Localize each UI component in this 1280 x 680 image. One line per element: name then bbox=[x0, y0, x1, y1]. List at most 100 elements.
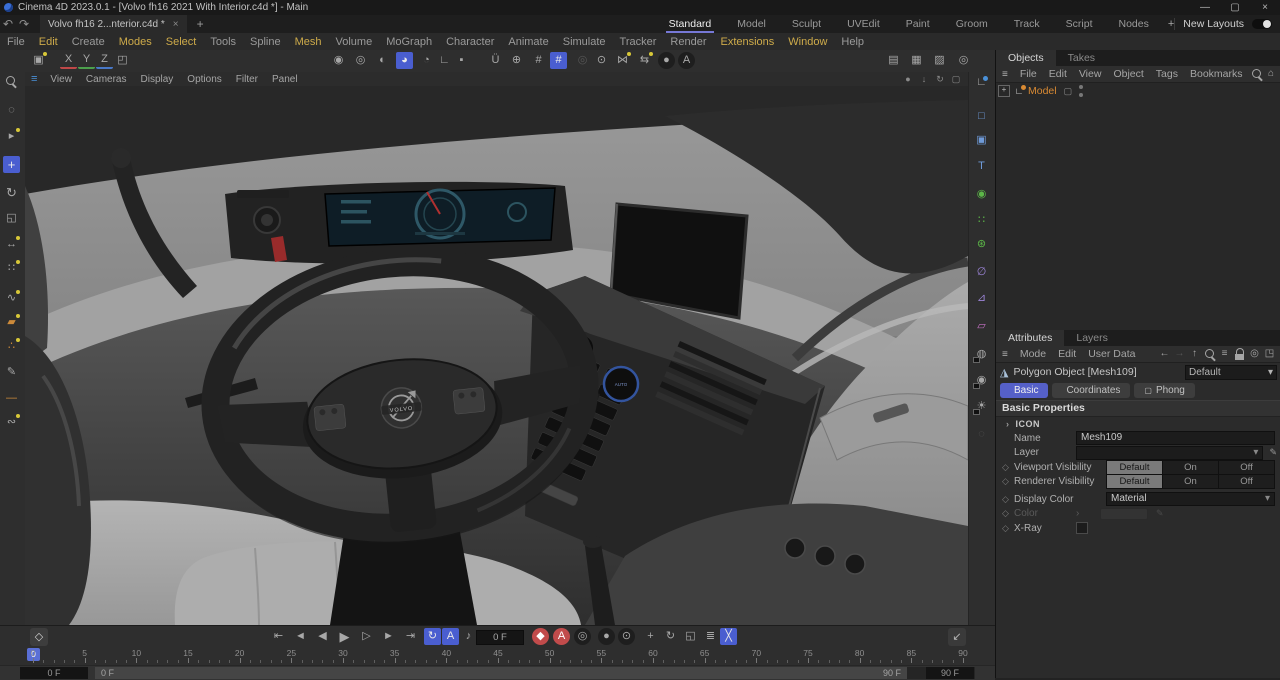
model-mode-icon[interactable]: ◎ bbox=[352, 52, 369, 69]
solo-animation-button[interactable]: ● bbox=[598, 628, 615, 645]
prev-key-button[interactable]: ◄ bbox=[292, 628, 309, 645]
close-button[interactable]: × bbox=[1250, 0, 1280, 15]
icon-section-row[interactable]: ›ICON bbox=[996, 417, 1280, 431]
preview-range-groove[interactable]: 0 F 90 F bbox=[95, 667, 975, 679]
object-label[interactable]: Model bbox=[1028, 85, 1057, 97]
menu-item[interactable]: Edit bbox=[32, 36, 65, 48]
attributes-menu-mode[interactable]: Mode bbox=[1014, 348, 1052, 360]
objects-menu-tags[interactable]: Tags bbox=[1150, 68, 1184, 80]
cube-primitives-icon[interactable]: ▣ bbox=[973, 132, 990, 149]
edit-pen-icon[interactable]: ✎ bbox=[1269, 447, 1277, 458]
section-header[interactable]: Basic Properties bbox=[996, 400, 1280, 417]
current-frame-field[interactable]: 0 F bbox=[476, 630, 524, 645]
timeline-ruler[interactable]: 0 051015202530354045505560657075808590 bbox=[33, 648, 963, 663]
objects-menu-bookmarks[interactable]: Bookmarks bbox=[1184, 68, 1249, 80]
transfer-tool-icon[interactable]: ↔ bbox=[3, 236, 20, 253]
layout-tab[interactable]: Sculpt bbox=[779, 16, 834, 32]
camera-icon[interactable]: ▣ bbox=[30, 52, 47, 69]
viewport[interactable]: ≡ View Cameras Display Options Filter Pa… bbox=[25, 72, 968, 625]
undo-icon[interactable]: ↶ bbox=[0, 17, 16, 31]
expand-icon[interactable]: + bbox=[998, 85, 1010, 97]
up-icon[interactable]: ↑ bbox=[1187, 347, 1202, 361]
goto-end-button[interactable]: ⇥ bbox=[402, 628, 419, 645]
environment-icon[interactable]: ◍ bbox=[973, 346, 990, 363]
uv-mode-icon[interactable]: ◔ bbox=[418, 52, 435, 69]
viewport-3d-render[interactable]: AUTO bbox=[25, 86, 968, 625]
mirror-icon[interactable]: ⇆ bbox=[636, 52, 653, 69]
attribute-tab[interactable]: ▢Phong bbox=[1134, 383, 1194, 398]
instance-icon[interactable]: ▱ bbox=[973, 318, 990, 335]
menu-item[interactable]: Tools bbox=[203, 36, 243, 48]
segment-option[interactable]: On bbox=[1163, 475, 1219, 488]
display-color-dropdown[interactable]: Material▾ bbox=[1106, 492, 1275, 506]
visibility-toggles[interactable] bbox=[1077, 85, 1085, 97]
menu-item[interactable]: Volume bbox=[329, 36, 380, 48]
viewport-menu-panel[interactable]: Panel bbox=[265, 74, 305, 85]
menu-item[interactable]: Spline bbox=[243, 36, 288, 48]
document-tab[interactable]: Volvo fh16 2...nterior.c4d * × bbox=[40, 15, 187, 33]
fcurve-mode-button[interactable]: ↙ bbox=[948, 628, 966, 646]
bend-deformer-icon[interactable]: ∅ bbox=[973, 264, 990, 281]
segment-option[interactable]: On bbox=[1163, 461, 1219, 474]
axis-x-lock[interactable]: X bbox=[60, 52, 77, 69]
coordinate-system-icon[interactable]: ◰ bbox=[114, 52, 131, 69]
quantize-icon[interactable]: ⊕ bbox=[508, 52, 525, 69]
viewport-menu-icon[interactable]: ≡ bbox=[25, 73, 43, 85]
segment-option[interactable]: Off bbox=[1219, 475, 1274, 488]
attribute-tab[interactable]: Coordinates bbox=[1052, 383, 1130, 398]
all-frames-button[interactable]: A bbox=[442, 628, 459, 645]
attributes-menu-edit[interactable]: Edit bbox=[1052, 348, 1082, 360]
axis-z-lock[interactable]: Z bbox=[96, 52, 113, 69]
play-button[interactable]: ▶ bbox=[336, 628, 353, 645]
end-frame-input[interactable]: 90 F bbox=[926, 667, 974, 679]
menu-item[interactable]: Mesh bbox=[288, 36, 329, 48]
home-icon[interactable]: ⌂ bbox=[1264, 67, 1279, 81]
keyframe-dot-icon[interactable]: ◇ bbox=[1002, 476, 1014, 487]
render-settings-icon[interactable]: ▨ bbox=[931, 52, 948, 69]
material-icon[interactable]: ◌ bbox=[973, 426, 990, 443]
symmetry-icon[interactable]: ⋈ bbox=[614, 52, 631, 69]
spline-smooth-icon[interactable]: ∾ bbox=[3, 414, 20, 431]
menu-item[interactable]: Help bbox=[834, 36, 871, 48]
panel-tab[interactable]: Takes bbox=[1056, 50, 1107, 66]
workplane-mode-icon[interactable]: ▪ bbox=[453, 52, 470, 69]
xray-checkbox[interactable] bbox=[1076, 522, 1088, 534]
focus-icon[interactable]: ◎ bbox=[1247, 347, 1262, 361]
panel-tab[interactable]: Layers bbox=[1064, 330, 1120, 346]
follow-button[interactable]: ⊙ bbox=[618, 628, 635, 645]
coordinates-icon[interactable]: ∟ bbox=[973, 74, 990, 91]
close-tab-icon[interactable]: × bbox=[173, 19, 179, 30]
sound-button[interactable]: ♪ bbox=[460, 628, 477, 645]
point-paint-icon[interactable]: ∴ bbox=[3, 338, 20, 355]
parameter-toggle[interactable]: ≣ bbox=[702, 628, 719, 645]
motext-icon[interactable]: T bbox=[973, 158, 990, 175]
keyframe-selection-button[interactable]: ◎ bbox=[574, 628, 591, 645]
viewport-menu-options[interactable]: Options bbox=[180, 74, 228, 85]
menu-item[interactable]: MoGraph bbox=[379, 36, 439, 48]
generator-icon[interactable]: ⊛ bbox=[973, 236, 990, 253]
menu-item[interactable]: Simulate bbox=[556, 36, 613, 48]
layout-tab[interactable]: Nodes bbox=[1106, 16, 1162, 32]
next-frame-button[interactable]: ▷ bbox=[358, 628, 375, 645]
snap-toggle-icon[interactable]: # bbox=[550, 52, 567, 69]
panel-menu-icon[interactable]: ≡ bbox=[996, 69, 1014, 80]
menu-item[interactable]: Select bbox=[159, 36, 204, 48]
auto-mode-icon[interactable]: A bbox=[678, 52, 695, 69]
live-selection-icon[interactable]: ◌ bbox=[3, 102, 20, 119]
layer-badge-icon[interactable]: ▢ bbox=[1064, 86, 1073, 97]
grid-icon[interactable]: # bbox=[530, 52, 547, 69]
keyframe-dot-icon[interactable]: ◇ bbox=[1002, 523, 1014, 534]
menu-item[interactable]: Character bbox=[439, 36, 501, 48]
menu-item[interactable]: Render bbox=[663, 36, 713, 48]
record-button[interactable]: ◆ bbox=[532, 628, 549, 645]
preset-dropdown[interactable]: Default ▾ bbox=[1185, 365, 1277, 380]
layout-toggle-switch[interactable] bbox=[1252, 19, 1272, 29]
panel-tab[interactable]: Objects bbox=[996, 50, 1056, 66]
segment-option[interactable]: Default bbox=[1107, 461, 1163, 474]
viewport-menu-view[interactable]: View bbox=[43, 74, 79, 85]
layout-tab[interactable]: Groom bbox=[943, 16, 1001, 32]
viewport-menu-cameras[interactable]: Cameras bbox=[79, 74, 134, 85]
spline-pen-icon[interactable]: ∿ bbox=[3, 290, 20, 307]
layout-tab[interactable]: Model bbox=[724, 16, 779, 32]
layout-tab[interactable]: Standard bbox=[656, 16, 725, 32]
